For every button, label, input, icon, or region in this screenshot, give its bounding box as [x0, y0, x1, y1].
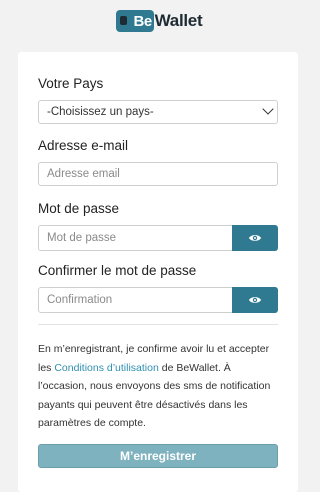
email-field[interactable]	[38, 162, 278, 186]
country-select[interactable]: -Choisissez un pays-	[38, 100, 278, 124]
bewallet-logo: Be Wallet	[0, 8, 318, 34]
terms-link[interactable]: Conditions d’utilisation	[54, 362, 158, 374]
show-password-button[interactable]	[232, 225, 278, 251]
register-button[interactable]: M’enregistrer	[38, 444, 278, 468]
confirm-password-label: Confirmer le mot de passe	[38, 263, 197, 278]
eye-icon	[249, 235, 261, 241]
show-confirm-password-button[interactable]	[232, 287, 278, 313]
divider	[38, 324, 278, 325]
email-label: Adresse e-mail	[38, 138, 129, 153]
terms-notice: En m’enregistrant, je confirme avoir lu …	[38, 340, 282, 433]
register-card: Votre Pays -Choisissez un pays- Adresse …	[18, 52, 298, 492]
password-label: Mot de passe	[38, 201, 120, 216]
country-label: Votre Pays	[38, 76, 104, 91]
wallet-icon: Be	[115, 10, 154, 32]
confirm-password-field[interactable]	[38, 287, 234, 313]
password-field[interactable]	[38, 225, 234, 251]
logo-name: Wallet	[154, 11, 203, 30]
logo-mark-text: Be	[133, 12, 152, 30]
eye-icon	[249, 297, 261, 303]
country-select-wrap: -Choisissez un pays-	[38, 100, 278, 124]
